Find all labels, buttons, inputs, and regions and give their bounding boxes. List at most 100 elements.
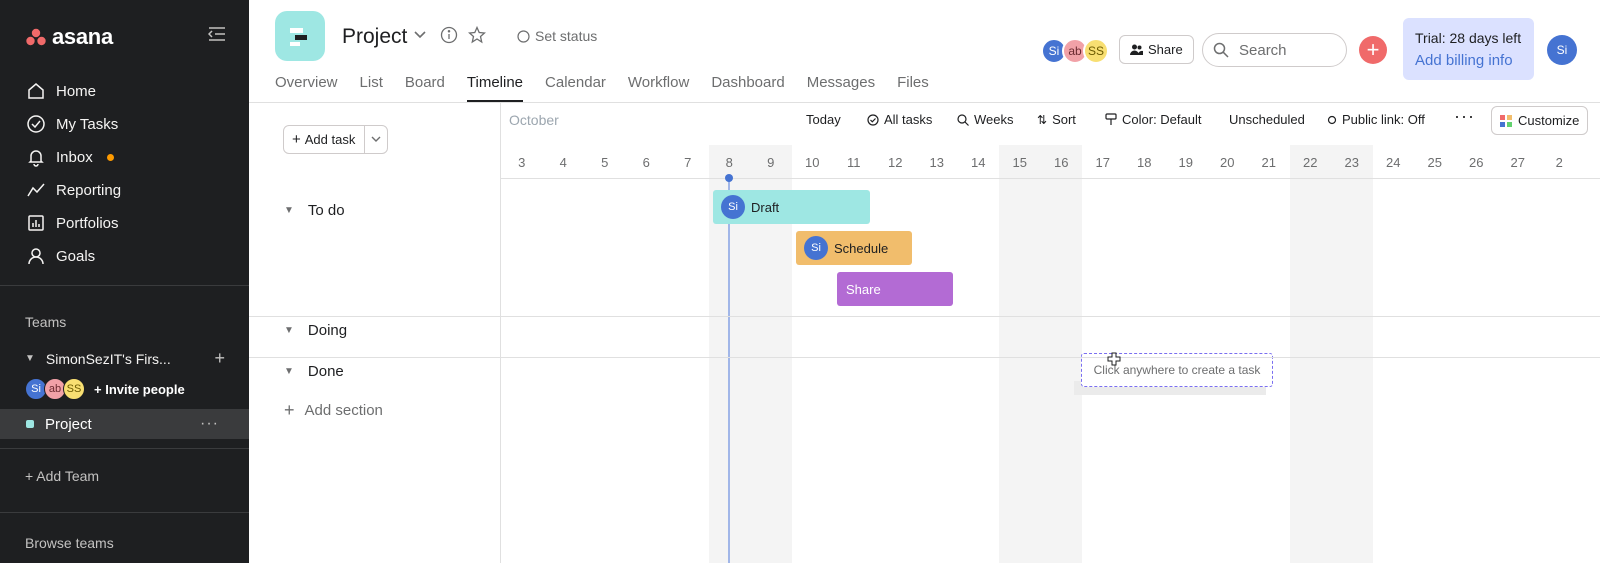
tab-list[interactable]: List [360, 74, 383, 102]
day-column[interactable] [916, 145, 958, 563]
add-billing-link[interactable]: Add billing info [1415, 52, 1522, 69]
task-bar-draft[interactable]: Si Draft [713, 190, 870, 224]
check-circle-icon [27, 115, 45, 133]
set-status-label: Set status [535, 28, 598, 44]
project-members[interactable]: Si ab SS [1041, 38, 1109, 64]
day-column[interactable] [1456, 145, 1498, 563]
browse-teams-link[interactable]: Browse teams [25, 535, 114, 551]
avatar[interactable]: SS [63, 378, 85, 400]
day-column[interactable] [999, 145, 1041, 563]
day-label: 26 [1469, 155, 1484, 170]
more-options-icon[interactable]: ··· [1454, 106, 1475, 127]
section-done[interactable]: ▼ Done [284, 363, 344, 380]
timeline-grid[interactable]: 3 4 5 6 7 8 9 10 11 12 13 14 15 16 17 18 19 20 21 22 23 24 25 2… [501, 145, 1600, 563]
day-label: 15 [1012, 155, 1027, 170]
day-column[interactable] [626, 145, 668, 563]
info-icon[interactable] [440, 26, 458, 44]
share-label: Share [1148, 42, 1183, 57]
day-label: 5 [601, 155, 609, 170]
sidebar-item-project[interactable]: Project ··· [0, 409, 249, 439]
add-team-button[interactable]: + Add Team [25, 468, 99, 484]
project-title[interactable]: Project [342, 25, 407, 49]
day-column[interactable] [875, 145, 917, 563]
tab-dashboard[interactable]: Dashboard [711, 74, 784, 102]
section-to-do[interactable]: ▼ To do [284, 202, 345, 219]
more-icon[interactable]: ··· [200, 415, 219, 433]
add-section-button[interactable]: + Add section [284, 400, 383, 421]
day-column[interactable] [1539, 145, 1581, 563]
sidebar: asana Home My Tasks Inbox Reporting Port… [0, 0, 249, 563]
day-column[interactable] [667, 145, 709, 563]
customize-button[interactable]: Customize [1491, 106, 1589, 135]
set-status-button[interactable]: Set status [517, 28, 597, 44]
day-column[interactable] [1497, 145, 1539, 563]
add-task-dropdown[interactable] [365, 126, 387, 153]
all-tasks-label: All tasks [884, 112, 933, 127]
collapse-sidebar-icon[interactable] [207, 26, 226, 47]
tab-calendar[interactable]: Calendar [545, 74, 606, 102]
sidebar-item-label: Reporting [56, 181, 122, 199]
invite-people-button[interactable]: + Invite people [94, 382, 185, 397]
sidebar-item-reporting[interactable]: Reporting [26, 177, 121, 203]
day-column[interactable] [1331, 145, 1373, 563]
task-bar-schedule[interactable]: Si Schedule [796, 231, 912, 265]
quick-add-button[interactable]: + [1359, 36, 1387, 64]
project-icon[interactable] [275, 11, 325, 61]
zoom-icon [957, 113, 969, 126]
sidebar-item-portfolios[interactable]: Portfolios [26, 210, 119, 236]
sort-button[interactable]: ⇅ Sort [1037, 112, 1076, 127]
avatar[interactable]: Si [804, 236, 828, 260]
day-column[interactable] [1040, 145, 1082, 563]
avatar[interactable]: SS [1083, 38, 1109, 64]
header-divider [249, 102, 1600, 103]
all-tasks-filter[interactable]: All tasks [867, 112, 932, 127]
tab-messages[interactable]: Messages [807, 74, 875, 102]
day-column[interactable] [501, 145, 543, 563]
chevron-down-icon[interactable]: ▼ [25, 353, 35, 364]
color-button[interactable]: Color: Default [1105, 112, 1201, 127]
day-column[interactable] [1373, 145, 1415, 563]
tab-files[interactable]: Files [897, 74, 929, 102]
search-input[interactable]: Search [1202, 33, 1347, 67]
add-task-button[interactable]: + Add task [284, 126, 366, 153]
star-icon[interactable] [468, 26, 486, 44]
sidebar-item-home[interactable]: Home [26, 78, 96, 104]
day-column[interactable] [543, 145, 585, 563]
add-to-team-icon[interactable]: + [214, 348, 225, 369]
caret-down-icon[interactable]: ▼ [284, 205, 294, 216]
tab-workflow[interactable]: Workflow [628, 74, 689, 102]
share-button[interactable]: Share [1119, 35, 1194, 64]
caret-down-icon[interactable]: ▼ [284, 366, 294, 377]
avatar[interactable]: Si [721, 195, 745, 219]
unscheduled-button[interactable]: Unscheduled [1229, 112, 1305, 127]
day-column[interactable] [584, 145, 626, 563]
tab-overview[interactable]: Overview [275, 74, 338, 102]
sidebar-divider [0, 448, 249, 449]
sidebar-item-inbox[interactable]: Inbox [26, 144, 114, 170]
asana-logo[interactable]: asana [26, 24, 113, 50]
customize-label: Customize [1518, 113, 1580, 128]
section-divider [249, 316, 1600, 317]
user-avatar[interactable]: Si [1547, 35, 1577, 65]
trial-banner[interactable]: Trial: 28 days left Add billing info [1403, 18, 1534, 80]
day-label: 19 [1178, 155, 1193, 170]
team-name: SimonSezIT's Firs... [45, 350, 171, 367]
tab-timeline[interactable]: Timeline [466, 74, 524, 102]
task-bar-share[interactable]: Share [837, 272, 953, 306]
chevron-down-icon[interactable] [413, 30, 427, 40]
tab-board[interactable]: Board [405, 74, 445, 102]
sidebar-item-goals[interactable]: Goals [26, 243, 95, 269]
weeks-zoom[interactable]: Weeks [957, 112, 1014, 127]
team-members: Si ab SS + Invite people [25, 378, 185, 400]
invite-label: Invite people [105, 381, 185, 397]
day-column[interactable] [958, 145, 1000, 563]
caret-down-icon[interactable]: ▼ [284, 325, 294, 336]
day-label: 12 [888, 155, 903, 170]
team-row[interactable]: ▼ SimonSezIT's Firs... + [25, 348, 225, 369]
today-button[interactable]: Today [806, 112, 841, 127]
sidebar-item-my-tasks[interactable]: My Tasks [26, 111, 118, 137]
day-column[interactable] [1414, 145, 1456, 563]
day-column[interactable] [1289, 145, 1331, 563]
public-link-button[interactable]: Public link: Off [1327, 112, 1425, 127]
section-doing[interactable]: ▼ Doing [284, 322, 347, 339]
